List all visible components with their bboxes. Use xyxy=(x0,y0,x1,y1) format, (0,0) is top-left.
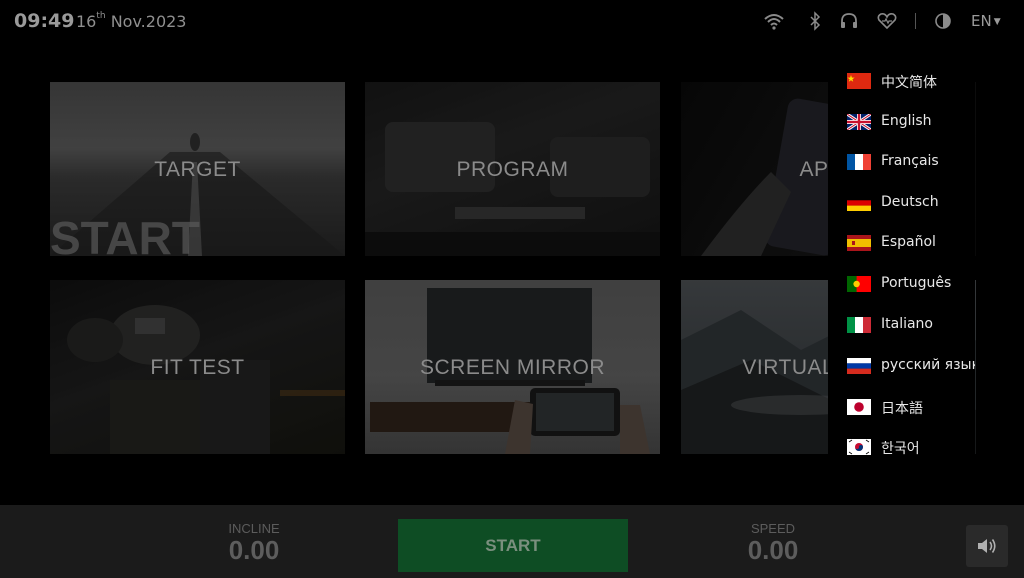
language-code: EN xyxy=(971,12,992,30)
language-selector-button[interactable]: EN ▼ xyxy=(971,12,1001,30)
date-day: 16 xyxy=(76,12,97,31)
language-label: Italiano xyxy=(881,316,933,332)
speed-label: SPEED xyxy=(750,521,796,536)
language-item-french[interactable]: Français xyxy=(828,143,975,183)
china-flag-icon xyxy=(847,73,871,89)
spain-flag-icon xyxy=(847,235,871,251)
language-label: Português xyxy=(881,275,952,291)
language-label: Français xyxy=(881,153,939,169)
bluetooth-icon[interactable] xyxy=(804,11,826,31)
language-item-russian[interactable]: русский язык xyxy=(828,347,975,387)
clock-time: 09:49 xyxy=(14,10,75,32)
tile-screen-mirror-label: SCREEN MIRROR xyxy=(419,356,605,379)
tile-target[interactable]: START TARGET xyxy=(50,82,345,256)
language-item-spanish[interactable]: Español xyxy=(828,224,975,264)
italy-flag-icon xyxy=(847,317,871,333)
headphones-icon[interactable] xyxy=(838,11,860,31)
theme-contrast-icon[interactable] xyxy=(932,11,954,31)
germany-flag-icon xyxy=(847,195,871,211)
tile-screen-mirror[interactable]: SCREEN MIRROR xyxy=(365,280,660,454)
language-menu: 中文简体 English Français Deutsch Español Po… xyxy=(828,62,975,470)
language-item-korean[interactable]: 한국어 xyxy=(828,428,975,468)
language-item-japanese[interactable]: 日本語 xyxy=(828,388,975,428)
portugal-flag-icon xyxy=(847,276,871,292)
start-button[interactable]: START xyxy=(398,519,628,572)
language-item-portuguese[interactable]: Português xyxy=(828,265,975,305)
caret-down-icon: ▼ xyxy=(993,16,1001,27)
france-flag-icon xyxy=(847,154,871,170)
date-display: 16th Nov.2023 xyxy=(76,11,187,31)
korea-flag-icon xyxy=(847,439,871,455)
language-label: Deutsch xyxy=(881,194,939,210)
language-label: English xyxy=(881,113,932,129)
incline-value: 0.00 xyxy=(228,535,280,565)
language-label: русский язык xyxy=(881,357,975,373)
language-item-english[interactable]: English xyxy=(828,103,975,143)
status-bar: 09:49 16th Nov.2023 EN ▼ xyxy=(0,0,1024,42)
heart-rate-icon[interactable] xyxy=(876,11,898,31)
bottom-control-bar: INCLINE 0.00 START SPEED 0.00 xyxy=(0,505,1024,578)
language-item-chinese[interactable]: 中文简体 xyxy=(828,62,975,102)
volume-button[interactable] xyxy=(966,525,1008,567)
language-item-italian[interactable]: Italiano xyxy=(828,306,975,346)
language-item-german[interactable]: Deutsch xyxy=(828,184,975,224)
language-label: 한국어 xyxy=(881,441,920,457)
language-label: 中文简体 xyxy=(881,75,937,91)
date-month-year: Nov.2023 xyxy=(110,12,187,31)
speed-value: 0.00 xyxy=(747,535,799,565)
status-divider xyxy=(915,13,916,29)
tile-fit-test-label: FIT TEST xyxy=(150,356,245,379)
wifi-icon[interactable] xyxy=(763,11,785,31)
incline-label: INCLINE xyxy=(228,521,280,536)
tile-program-label: PROGRAM xyxy=(456,158,569,181)
language-label: 日本語 xyxy=(881,401,923,417)
speed-display: SPEED 0.00 xyxy=(713,521,833,564)
date-suffix: th xyxy=(96,11,106,21)
tile-program[interactable]: PROGRAM xyxy=(365,82,660,256)
incline-display: INCLINE 0.00 xyxy=(194,521,314,564)
japan-flag-icon xyxy=(847,399,871,415)
russia-flag-icon xyxy=(847,358,871,374)
tile-target-label: TARGET xyxy=(154,158,241,181)
tile-fit-test[interactable]: FIT TEST xyxy=(50,280,345,454)
speaker-icon xyxy=(978,539,996,553)
uk-flag-icon xyxy=(847,114,871,130)
language-label: Español xyxy=(881,234,936,250)
